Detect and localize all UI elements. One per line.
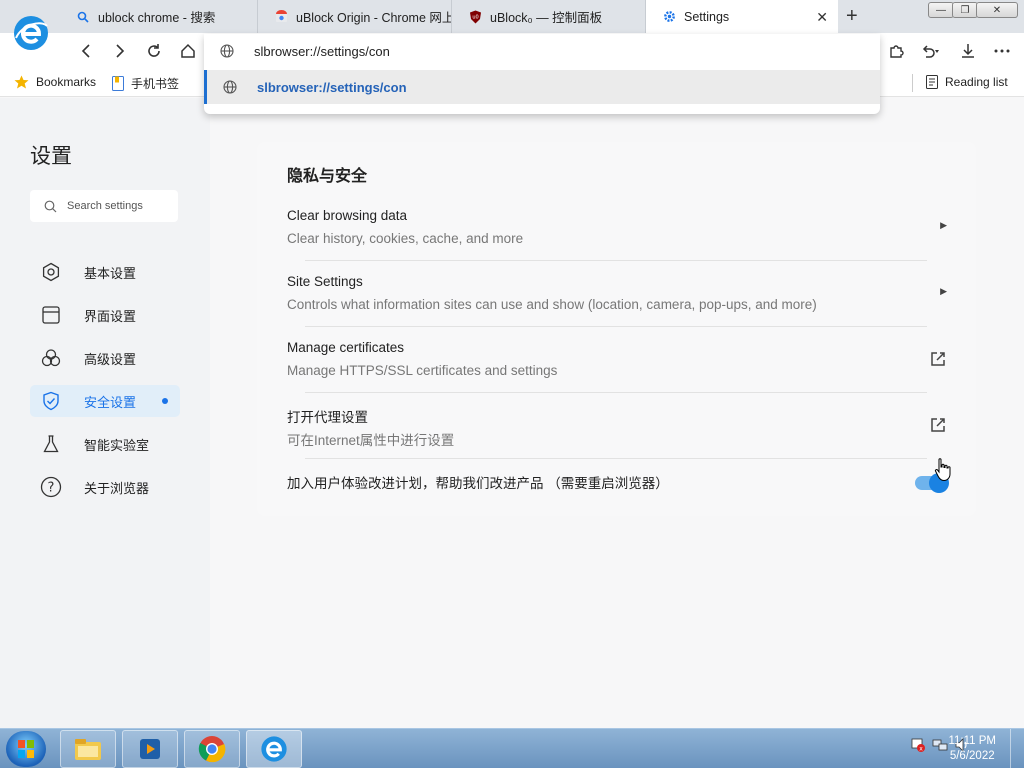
puzzle-icon <box>890 45 904 58</box>
privacy-security-card: 隐私与安全 Clear browsing data Clear history,… <box>257 142 976 516</box>
taskbar-browser[interactable] <box>246 730 302 768</box>
omnibox-suggestion[interactable]: slbrowser://settings/con <box>204 70 880 104</box>
start-button[interactable] <box>6 731 46 767</box>
row-divider <box>305 392 927 393</box>
downloads-button[interactable] <box>958 41 978 61</box>
site-settings-row[interactable]: Site Settings Controls what information … <box>287 266 947 332</box>
chevron-right-icon: ▶ <box>940 286 947 296</box>
advanced-icon <box>40 347 62 369</box>
action-center-flag-icon[interactable]: x <box>910 737 926 756</box>
new-tab-button[interactable]: + <box>846 5 858 28</box>
svg-text:?: ? <box>48 481 55 496</box>
home-button[interactable] <box>178 41 198 61</box>
sidebar-item-basic[interactable]: 基本设置 <box>30 256 180 288</box>
download-icon <box>962 44 974 58</box>
network-icon[interactable] <box>932 737 948 756</box>
more-menu-button[interactable] <box>992 41 1012 61</box>
search-settings-input[interactable] <box>67 200 167 212</box>
proxy-settings-row[interactable]: 打开代理设置 可在Internet属性中进行设置 <box>287 398 947 464</box>
close-window-button[interactable]: ✕ <box>976 2 1018 18</box>
shield-icon <box>40 390 62 412</box>
sidebar-item-interface[interactable]: 界面设置 <box>30 299 180 331</box>
ublock-shield-icon: u0 <box>468 10 482 24</box>
settings-title: 设置 <box>30 145 72 168</box>
bookmarks-divider <box>912 74 913 92</box>
home-icon <box>181 43 195 58</box>
back-arrow-icon <box>81 44 90 58</box>
extensions-button[interactable] <box>886 41 906 61</box>
hand-cursor-icon <box>934 458 952 487</box>
tab-ublock-origin-store[interactable]: uBlock Origin - Chrome 网上 <box>258 0 452 33</box>
sidebar-item-about[interactable]: ? 关于浏览器 <box>30 471 180 503</box>
sidebar-item-lab[interactable]: 智能实验室 <box>30 428 180 460</box>
windows-taskbar: x 11:11 PM 5/6/2022 <box>0 728 1024 768</box>
svg-text:u0: u0 <box>472 14 478 20</box>
minimize-button[interactable]: — <box>928 2 954 18</box>
undo-dropdown-button[interactable] <box>920 41 940 61</box>
folder-icon <box>75 739 101 760</box>
more-dots-icon <box>994 49 1010 53</box>
restore-button[interactable]: ❐ <box>952 2 978 18</box>
taskbar-chrome[interactable] <box>184 730 240 768</box>
search-settings-box[interactable] <box>30 190 178 222</box>
globe-icon <box>223 80 237 94</box>
gear-icon <box>662 10 676 24</box>
reading-list-button[interactable]: Reading list <box>926 75 1008 89</box>
tab-settings[interactable]: Settings ✕ <box>646 0 838 33</box>
active-indicator-dot <box>162 398 168 404</box>
tab-strip: ublock chrome - 搜索 uBlock Origin - Chrom… <box>0 0 1024 33</box>
tab-ublock-dashboard[interactable]: u0 uBlock₀ — 控制面板 <box>452 0 646 33</box>
close-tab-icon[interactable]: ✕ <box>816 9 828 26</box>
back-button[interactable] <box>76 41 96 61</box>
mobile-bookmarks-folder[interactable]: 手机书签 <box>112 75 179 92</box>
reload-button[interactable] <box>144 41 164 61</box>
reading-list-icon <box>926 75 938 89</box>
forward-button[interactable] <box>110 41 130 61</box>
undo-icon <box>922 45 939 58</box>
row-divider <box>305 458 927 459</box>
ux-improvement-label: 加入用户体验改进计划，帮助我们改进产品 （需要重启浏览器） <box>287 476 669 491</box>
sidebar-item-advanced[interactable]: 高级设置 <box>30 342 180 374</box>
flask-icon <box>40 433 62 455</box>
address-bar-dropdown: slbrowser://settings/con slbrowser://set… <box>204 34 880 114</box>
tab-ublock-search[interactable]: ublock chrome - 搜索 <box>60 0 258 33</box>
external-link-icon <box>931 352 945 366</box>
settings-sidebar: 设置 基本设置 界面设置 高级设置 安全设置 智能实验室 <box>0 98 210 728</box>
row-divider <box>305 326 927 327</box>
clear-browsing-data-row[interactable]: Clear browsing data Clear history, cooki… <box>287 200 947 266</box>
browser-logo-icon <box>12 14 50 52</box>
windows-logo-icon <box>18 740 34 758</box>
search-icon <box>76 10 90 24</box>
clock-time: 11:11 PM <box>948 735 996 747</box>
external-link-icon <box>931 418 945 432</box>
section-title: 隐私与安全 <box>287 168 368 185</box>
search-icon <box>44 200 57 212</box>
star-icon <box>14 75 29 89</box>
chrome-store-icon <box>274 10 288 24</box>
suggestion-url: slbrowser://settings/con <box>257 79 407 95</box>
browser-e-icon <box>261 736 287 762</box>
taskbar-explorer[interactable] <box>60 730 116 768</box>
show-desktop-button[interactable] <box>1010 729 1024 768</box>
window-icon <box>40 304 62 326</box>
gear-icon <box>40 261 62 283</box>
row-divider <box>305 260 927 261</box>
bookmark-folder-icon <box>112 76 124 91</box>
taskbar-media-player[interactable] <box>122 730 178 768</box>
taskbar-clock[interactable]: 11:11 PM 5/6/2022 <box>948 734 996 764</box>
reload-icon <box>148 44 160 57</box>
forward-arrow-icon <box>116 44 125 58</box>
bookmarks-folder[interactable]: Bookmarks <box>14 75 96 89</box>
manage-certificates-row[interactable]: Manage certificates Manage HTTPS/SSL cer… <box>287 332 947 398</box>
help-icon: ? <box>40 476 62 498</box>
chevron-right-icon: ▶ <box>940 220 947 230</box>
media-player-icon <box>140 739 160 759</box>
sidebar-item-security[interactable]: 安全设置 <box>30 385 180 417</box>
clock-date: 5/6/2022 <box>949 750 995 762</box>
address-input-text[interactable]: slbrowser://settings/con <box>254 44 390 59</box>
address-bar[interactable]: slbrowser://settings/con <box>204 34 880 68</box>
svg-text:x: x <box>919 746 923 753</box>
chrome-icon <box>198 736 226 763</box>
globe-icon <box>220 44 234 58</box>
